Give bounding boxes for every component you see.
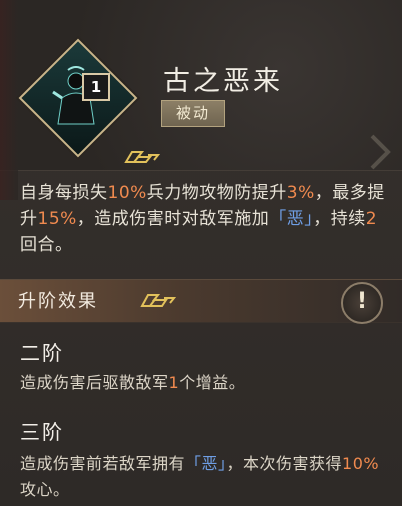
desc-value: 3% <box>286 183 315 203</box>
skill-description: 自身每损失10%兵力物攻物防提升3%，最多提升15%，造成伤害时对敌军施加「恶」… <box>20 180 390 258</box>
desc-value: 2 <box>365 209 378 229</box>
decorative-edge <box>0 0 18 200</box>
desc-text: 回合。 <box>20 235 73 255</box>
stage-2-title: 二阶 <box>20 341 64 365</box>
skill-detail-panel: 1 古之恶来 被动 自身每损失10%兵力物攻物防提升3%，最多提升15%，造成伤… <box>0 0 402 506</box>
stage-text: 造成伤害前若敌军拥有 <box>20 454 186 473</box>
desc-value: 10% <box>107 183 147 203</box>
desc-text: ，持续 <box>313 209 366 229</box>
stage-value: 1 <box>168 373 180 392</box>
rank-emblem-icon <box>140 294 176 307</box>
upgrade-section-header: 升阶效果 ! <box>0 279 402 324</box>
stage-value: 10% <box>342 454 380 473</box>
desc-text: 自身每损失 <box>20 183 108 203</box>
status-tag-evil[interactable]: 「恶」 <box>185 454 227 473</box>
info-button[interactable]: ! <box>341 282 383 324</box>
stage-2-description: 造成伤害后驱散敌军1个增益。 <box>20 370 390 396</box>
skill-name: 古之恶来 <box>163 66 283 97</box>
stage-3-description: 造成伤害前若敌军拥有「恶」，本次伤害获得10% 攻心。 <box>20 451 390 503</box>
skill-icon[interactable]: 1 <box>18 38 160 163</box>
desc-text: ，造成伤害时对敌军施加 <box>76 209 270 229</box>
chevron-right-icon[interactable] <box>366 132 396 172</box>
status-tag-evil[interactable]: 「恶」 <box>269 209 313 229</box>
stage-text: 攻心。 <box>20 480 70 499</box>
rank-emblem-icon <box>124 151 160 163</box>
stage-text: 个增益。 <box>179 373 246 392</box>
desc-value: 15% <box>37 209 77 229</box>
skill-level-badge: 1 <box>82 73 110 101</box>
stage-text: ，本次伤害获得 <box>226 454 343 473</box>
stage-3-title: 三阶 <box>20 420 64 444</box>
desc-text: 兵力物攻物防提升 <box>146 183 287 203</box>
upgrade-title: 升阶效果 <box>18 291 98 312</box>
skill-type-badge: 被动 <box>161 100 225 127</box>
stage-text: 造成伤害后驱散敌军 <box>20 373 169 392</box>
